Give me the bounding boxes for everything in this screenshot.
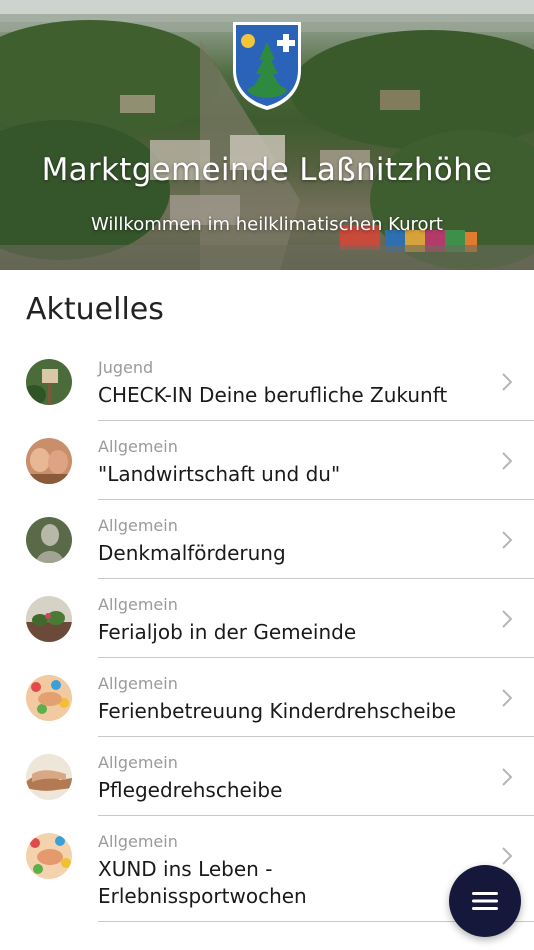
news-category: Jugend	[98, 358, 154, 377]
news-title: Ferienbetreuung Kinderdrehscheibe	[98, 699, 457, 723]
news-title: XUND ins Leben - Erlebnissportwochen	[98, 857, 307, 908]
news-category: Allgemein	[98, 674, 178, 693]
coat-of-arms-icon	[233, 22, 301, 110]
chevron-right-icon	[502, 847, 513, 865]
chevron-right-icon	[502, 689, 513, 707]
chevron-right-icon	[502, 768, 513, 786]
news-thumbnail	[26, 754, 72, 800]
news-category: Allgemein	[98, 595, 178, 614]
news-thumbnail	[26, 359, 72, 405]
hamburger-menu-icon	[472, 892, 498, 910]
news-category: Allgemein	[98, 753, 178, 772]
news-title: CHECK-IN Deine berufliche Zukunft	[98, 383, 448, 407]
news-item-check-in[interactable]: Jugend CHECK-IN Deine berufliche Zukunft	[0, 342, 534, 421]
news-title: Denkmalförderung	[98, 541, 286, 565]
chevron-right-icon	[502, 373, 513, 391]
news-title: Pflegedrehscheibe	[98, 778, 283, 802]
section-title: Aktuelles	[26, 292, 164, 327]
news-thumbnail	[26, 438, 72, 484]
news-title: Ferialjob in der Gemeinde	[98, 620, 357, 644]
news-thumbnail	[26, 517, 72, 563]
news-category: Allgemein	[98, 437, 178, 456]
chevron-right-icon	[502, 531, 513, 549]
news-category: Allgemein	[98, 832, 178, 851]
page-subtitle: Willkommen im heilklimatischen Kurort	[91, 214, 443, 235]
news-thumbnail	[26, 596, 72, 642]
chevron-right-icon	[502, 452, 513, 470]
news-item-ferienbetreuung[interactable]: Allgemein Ferienbetreuung Kinderdrehsche…	[0, 658, 534, 737]
news-list: Jugend CHECK-IN Deine berufliche Zukunft…	[0, 342, 534, 922]
chevron-right-icon	[502, 610, 513, 628]
menu-button[interactable]	[449, 865, 521, 937]
news-item-pflegedrehscheibe[interactable]: Allgemein Pflegedrehscheibe	[0, 737, 534, 816]
news-item-ferialjob[interactable]: Allgemein Ferialjob in der Gemeinde	[0, 579, 534, 658]
news-thumbnail	[26, 675, 72, 721]
page-title: Marktgemeinde Laßnitzhöhe	[41, 152, 493, 188]
news-thumbnail	[26, 833, 72, 879]
news-title: "Landwirtschaft und du"	[98, 462, 341, 486]
header-banner: Marktgemeinde Laßnitzhöhe Willkommen im …	[0, 0, 534, 270]
news-item-denkmalfoerderung[interactable]: Allgemein Denkmalförderung	[0, 500, 534, 579]
news-item-landwirtschaft[interactable]: Allgemein "Landwirtschaft und du"	[0, 421, 534, 500]
news-category: Allgemein	[98, 516, 178, 535]
